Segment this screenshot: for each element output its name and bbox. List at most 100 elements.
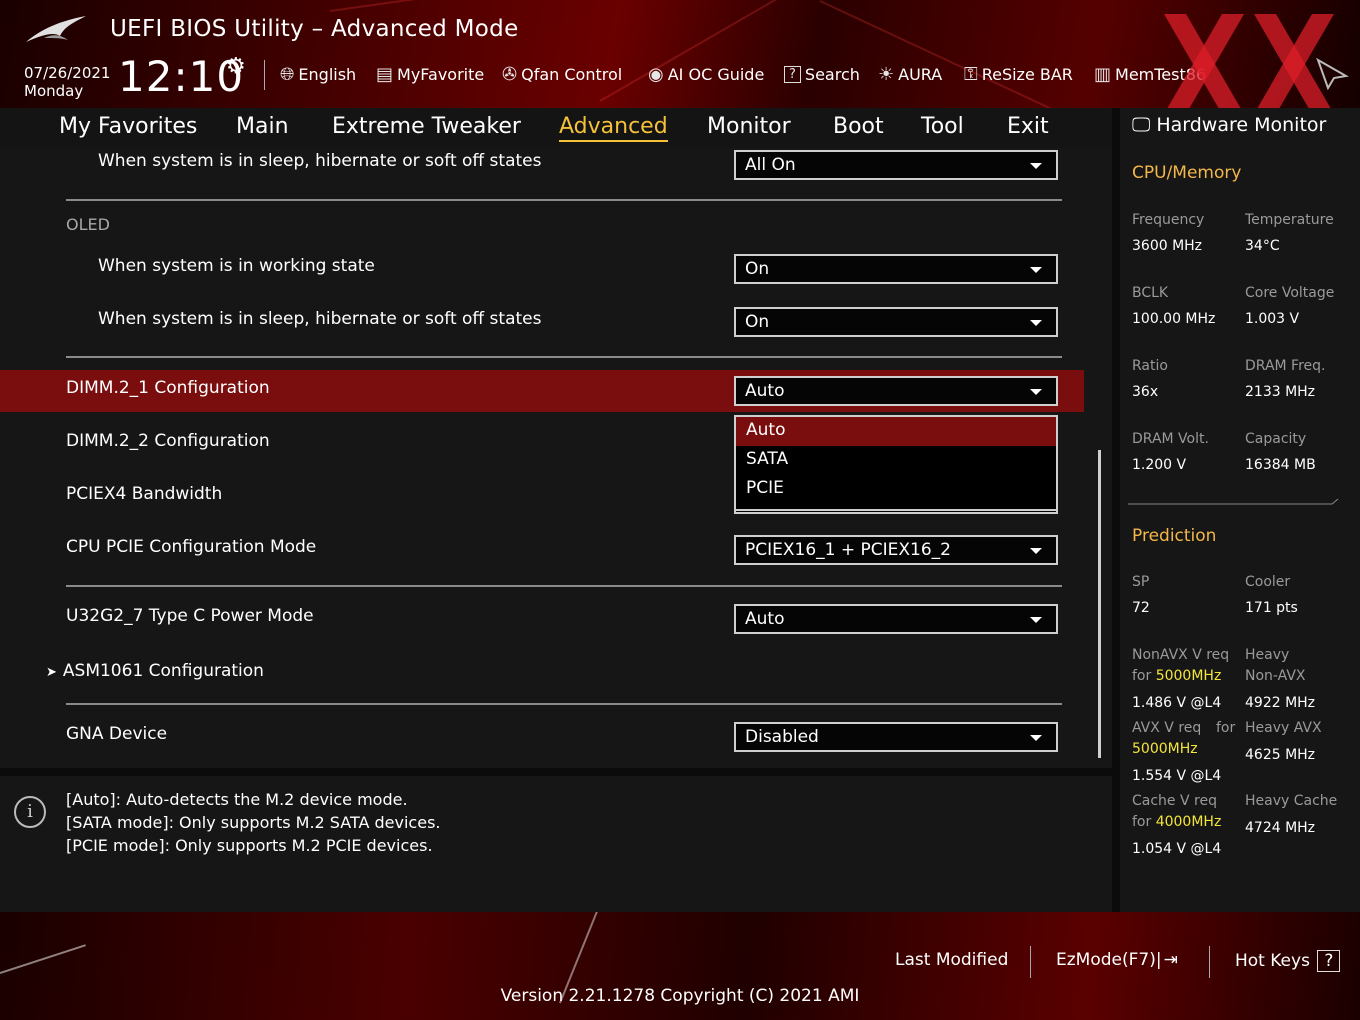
last-modified-button[interactable]: Last Modified [895, 950, 1008, 970]
tab-exit[interactable]: Exit [1007, 108, 1049, 148]
dropdown-options-list: Auto SATA PCIE [734, 415, 1058, 511]
tab-boot[interactable]: Boot [833, 108, 884, 148]
heavy-nonavx-value: 4922 MHz [1245, 695, 1316, 711]
tab-advanced-label: Advanced [559, 114, 668, 139]
option-sata[interactable]: SATA [736, 446, 1056, 475]
oled-working-select[interactable]: On [734, 254, 1058, 284]
help-line: [SATA mode]: Only supports M.2 SATA devi… [66, 813, 441, 832]
dimm2-1-value: Auto [745, 381, 785, 401]
tab-advanced[interactable]: Advanced [559, 108, 668, 148]
core-voltage-value: 1.003 V [1245, 311, 1300, 327]
dimm2-2-label: DIMM.2_2 Configuration [66, 431, 270, 451]
aura-icon: ☀ [878, 63, 895, 85]
dram-volt-value: 1.200 V [1132, 457, 1187, 473]
tool-search-button[interactable]: ? Search [784, 62, 860, 86]
capacity-value: 16384 MB [1245, 457, 1316, 473]
cooler-label: Cooler [1245, 574, 1291, 590]
tab-main[interactable]: Main [236, 108, 289, 148]
tool-aura-label: AURA [898, 64, 943, 84]
u32g2-select[interactable]: Auto [734, 604, 1058, 634]
temperature-label: Temperature [1245, 212, 1334, 228]
frequency-label: Frequency [1132, 212, 1205, 228]
hot-keys-button[interactable]: Hot Keys ? [1235, 950, 1341, 972]
main-nav: My Favorites Main Extreme Tweaker Advanc… [0, 108, 1112, 148]
heavy-cache-value: 4724 MHz [1245, 820, 1316, 836]
u32g2-label: U32G2_7 Type C Power Mode [66, 606, 314, 626]
oled-sleep-select[interactable]: On [734, 307, 1058, 337]
option-pcie[interactable]: PCIE [736, 475, 1056, 504]
favorite-icon: ▤ [376, 63, 394, 85]
fan-icon: ✇ [502, 63, 518, 85]
chevron-down-icon [1030, 617, 1042, 623]
heavy-label: Heavy [1245, 647, 1290, 663]
oled-sleep-value: On [745, 312, 770, 332]
avx-freq: 5000MHz [1132, 741, 1198, 757]
avx-label: AVX V req [1132, 720, 1202, 736]
hardware-monitor-panel [1120, 108, 1360, 912]
day-display: Monday [24, 82, 84, 100]
cursor-arrow-icon [1316, 57, 1349, 90]
pciex4-label: PCIEX4 Bandwidth [66, 484, 223, 504]
u32g2-value: Auto [745, 609, 785, 629]
nonavx-for-line: for 5000MHz [1132, 668, 1221, 684]
nonavx-label: NonAVX V req [1132, 647, 1230, 663]
dram-volt-label: DRAM Volt. [1132, 431, 1209, 447]
chevron-down-icon [1030, 735, 1042, 741]
divider [66, 356, 1062, 358]
info-icon: i [14, 796, 46, 828]
ezmode-button[interactable]: EzMode(F7)| ⇥ [1056, 950, 1178, 970]
tool-aioc-label: AI OC Guide [667, 64, 765, 84]
option-auto[interactable]: Auto [736, 417, 1056, 446]
frequency-value: 3600 MHz [1132, 238, 1203, 254]
cache-label: Cache V req [1132, 793, 1217, 809]
heavy-avx-value: 4625 MHz [1245, 747, 1316, 763]
sleep-state-label: When system is in sleep, hibernate or so… [98, 151, 542, 171]
hot-keys-label: Hot Keys [1235, 951, 1310, 971]
bclk-value: 100.00 MHz [1132, 311, 1216, 327]
help-line: [PCIE mode]: Only supports M.2 PCIE devi… [66, 836, 433, 855]
footer-divider [1030, 946, 1031, 978]
capacity-label: Capacity [1245, 431, 1307, 447]
tool-myfavorite-button[interactable]: ▤ MyFavorite [376, 62, 484, 86]
cpu-memory-title: CPU/Memory [1132, 163, 1242, 183]
header-decor-streak [819, 0, 1057, 108]
hardware-monitor-label: Hardware Monitor [1156, 114, 1327, 136]
sp-label: SP [1132, 574, 1150, 590]
cpu-pcie-select[interactable]: PCIEX16_1 + PCIEX16_2 [734, 535, 1058, 565]
footer-decor-streak [0, 944, 86, 974]
divider [66, 703, 1062, 705]
settings-gear-icon[interactable]: ⚙ [226, 54, 246, 79]
dimm2-1-label: DIMM.2_1 Configuration [66, 378, 270, 398]
gna-select[interactable]: Disabled [734, 722, 1058, 752]
oled-section-title: OLED [66, 215, 110, 234]
heavy-avx-label: Heavy AVX [1245, 720, 1322, 736]
tab-extreme-tweaker[interactable]: Extreme Tweaker [332, 108, 521, 148]
scrollbar[interactable] [1098, 450, 1101, 758]
cache-for: for [1132, 814, 1152, 830]
chevron-right-icon: ➤ [46, 665, 57, 680]
version-text: Version 2.21.1278 Copyright (C) 2021 AMI [500, 986, 860, 1006]
gna-value: Disabled [745, 727, 819, 747]
asm1061-submenu[interactable]: ➤ ASM1061 Configuration [46, 661, 264, 681]
help-question-icon: ? [1317, 950, 1341, 972]
cache-value: 1.054 V @L4 [1132, 841, 1222, 857]
monitor-divider [1128, 498, 1339, 505]
tool-english-button[interactable]: 🌐︎ English [280, 62, 356, 86]
tab-monitor[interactable]: Monitor [707, 108, 791, 148]
cache-freq: 4000MHz [1155, 814, 1222, 830]
tool-aioc-button[interactable]: ◉ AI OC Guide [648, 62, 764, 86]
tab-tool[interactable]: Tool [921, 108, 964, 148]
oled-working-value: On [745, 259, 770, 279]
sleep-state-select[interactable]: All On [734, 150, 1058, 180]
search-icon: ? [784, 65, 801, 83]
tab-my-favorites[interactable]: My Favorites [59, 108, 197, 148]
dimm2-1-select[interactable]: Auto [734, 376, 1058, 406]
tool-qfan-button[interactable]: ✇ Qfan Control [502, 62, 622, 86]
gna-label: GNA Device [66, 724, 168, 744]
tool-resizebar-button[interactable]: ⚿ ReSize BAR [964, 62, 1073, 86]
ai-oc-icon: ◉ [648, 63, 664, 85]
bclk-label: BCLK [1132, 285, 1169, 301]
app-title: UEFI BIOS Utility – Advanced Mode [110, 16, 519, 42]
cpu-pcie-value: PCIEX16_1 + PCIEX16_2 [745, 540, 951, 560]
tool-aura-button[interactable]: ☀ AURA [878, 62, 942, 86]
